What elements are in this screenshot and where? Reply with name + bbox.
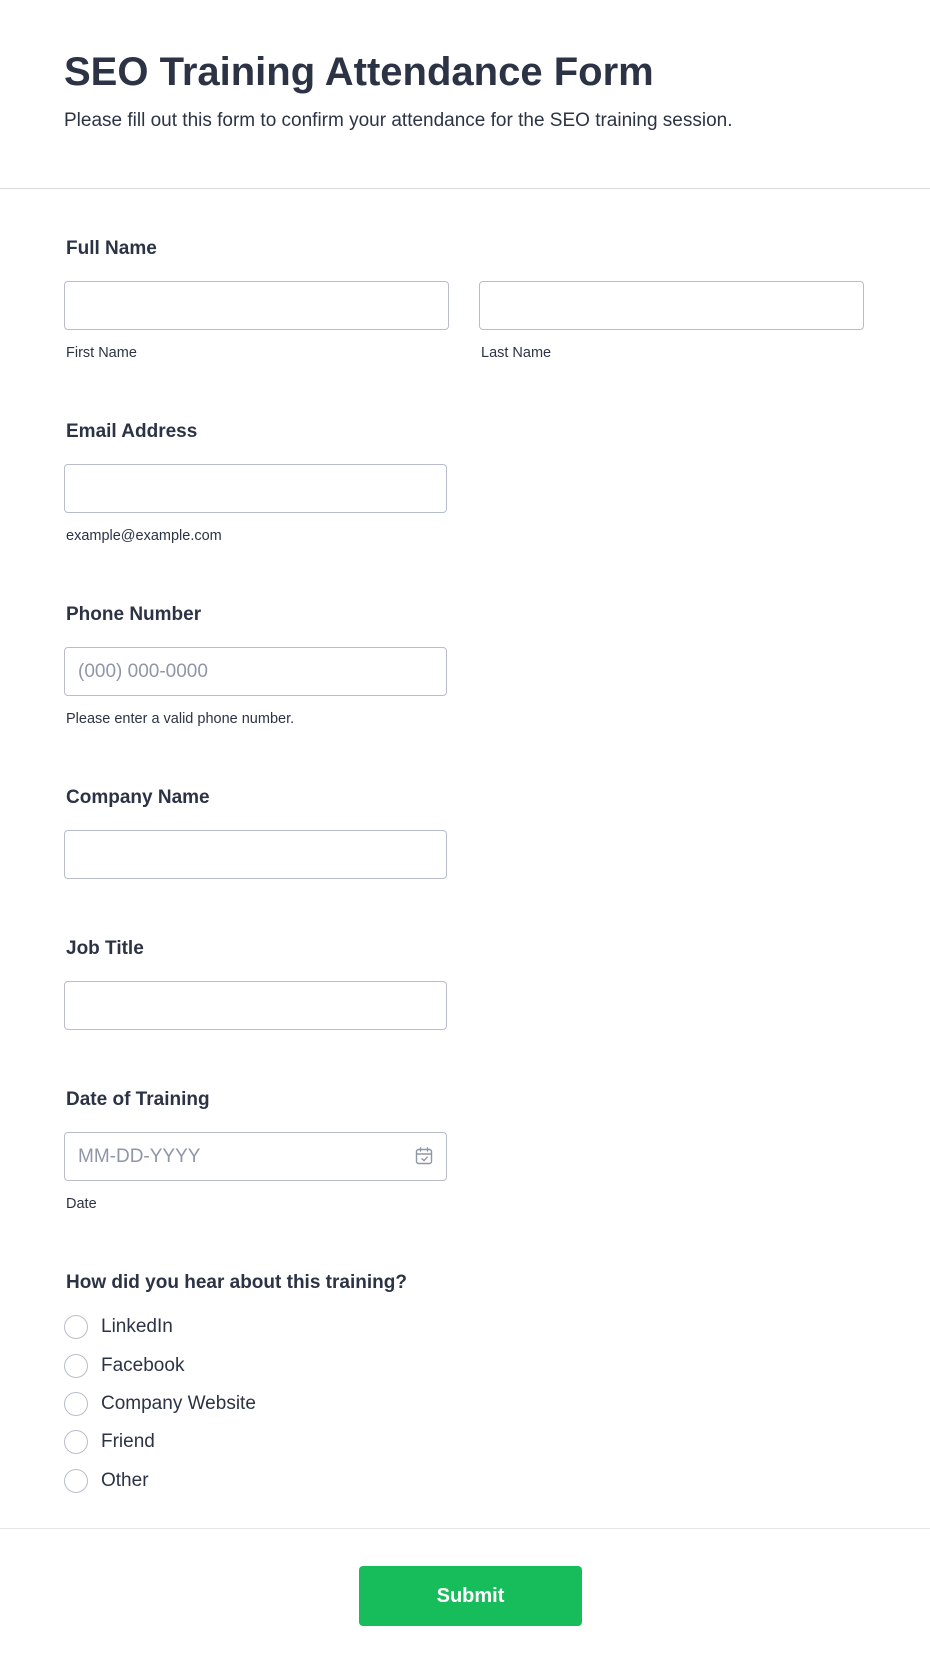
form-subtitle: Please fill out this form to confirm you… (64, 110, 733, 131)
radio-option-label: Friend (101, 1431, 155, 1452)
radio-button[interactable] (64, 1315, 88, 1339)
phone-label: Phone Number (66, 604, 202, 625)
radio-option-company-website[interactable]: Company Website (64, 1389, 256, 1419)
radio-button[interactable] (64, 1392, 88, 1416)
first-name-input[interactable] (64, 281, 449, 330)
job-title-input[interactable] (64, 981, 447, 1030)
radio-button[interactable] (64, 1354, 88, 1378)
form-card: SEO Training Attendance Form Please fill… (0, 0, 930, 1676)
date-sublabel: Date (66, 1196, 97, 1212)
phone-sublabel: Please enter a valid phone number. (66, 711, 295, 727)
email-input[interactable] (64, 464, 447, 513)
radio-button[interactable] (64, 1469, 88, 1493)
radio-option-linkedin[interactable]: LinkedIn (64, 1312, 173, 1342)
date-label: Date of Training (66, 1089, 210, 1110)
form-header: SEO Training Attendance Form Please fill… (0, 0, 930, 189)
phone-input[interactable] (64, 647, 447, 696)
email-label: Email Address (66, 421, 198, 442)
footer-divider (0, 1528, 930, 1529)
submit-button[interactable]: Submit (359, 1566, 582, 1626)
first-name-sublabel: First Name (66, 345, 137, 361)
radio-button[interactable] (64, 1430, 88, 1454)
last-name-sublabel: Last Name (481, 345, 552, 361)
email-sublabel: example@example.com (66, 528, 222, 544)
radio-option-facebook[interactable]: Facebook (64, 1351, 184, 1381)
radio-option-label: Facebook (101, 1355, 185, 1376)
company-label: Company Name (66, 787, 210, 808)
calendar-icon[interactable] (414, 1146, 434, 1166)
form-title: SEO Training Attendance Form (64, 50, 654, 94)
radio-option-label: Other (101, 1470, 149, 1491)
referral-label: How did you hear about this training? (66, 1272, 407, 1293)
last-name-input[interactable] (479, 281, 864, 330)
radio-option-other[interactable]: Other (64, 1466, 149, 1496)
radio-option-label: Company Website (101, 1393, 256, 1414)
company-input[interactable] (64, 830, 447, 879)
radio-option-friend[interactable]: Friend (64, 1427, 155, 1457)
job-title-label: Job Title (66, 938, 144, 959)
full-name-label: Full Name (66, 238, 157, 259)
date-input[interactable] (64, 1132, 447, 1181)
radio-option-label: LinkedIn (101, 1316, 173, 1337)
